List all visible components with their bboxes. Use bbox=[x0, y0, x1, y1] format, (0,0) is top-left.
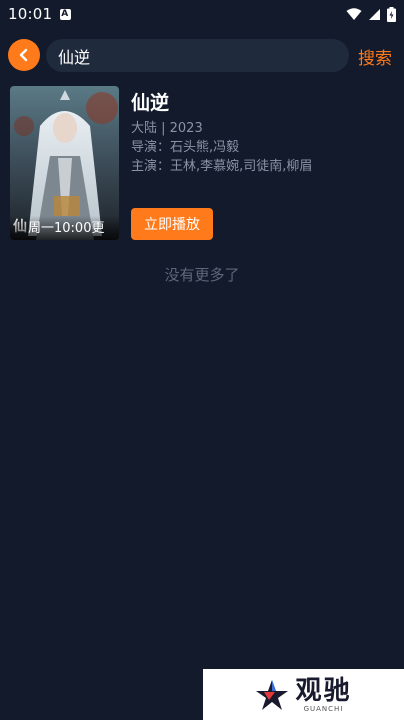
watermark-text: 观驰 GUANCHI bbox=[295, 677, 351, 713]
result-director: 导演：石头熊,冯毅 bbox=[131, 140, 240, 155]
search-query: 仙逆 bbox=[58, 47, 91, 67]
result-cast: 主演：王林,李慕婉,司徒南,柳眉 bbox=[131, 159, 313, 174]
status-left: 10:01 bbox=[8, 5, 72, 23]
battery-icon bbox=[387, 6, 396, 22]
play-now-button[interactable]: 立即播放 bbox=[131, 208, 213, 240]
result-info: 仙逆 大陆 | 2023 导演：石头熊,冯毅 主演：王林,李慕婉,司徒南,柳眉 bbox=[131, 86, 391, 174]
search-button[interactable]: 搜索 bbox=[358, 44, 392, 69]
poster-image[interactable]: 仙 周一10:00更 bbox=[10, 86, 119, 240]
chevron-left-icon bbox=[19, 48, 28, 62]
status-bar: 10:01 bbox=[0, 0, 404, 28]
signal-icon bbox=[369, 8, 380, 20]
watermark-sub: GUANCHI bbox=[303, 704, 344, 713]
back-button[interactable] bbox=[8, 39, 40, 71]
poster-update-caption: 周一10:00更 bbox=[10, 216, 119, 240]
watermark: 观驰 GUANCHI bbox=[203, 669, 404, 720]
star-logo-icon bbox=[256, 679, 289, 710]
status-time: 10:01 bbox=[8, 5, 53, 23]
search-input[interactable]: 仙逆 bbox=[46, 39, 349, 72]
wifi-icon bbox=[346, 7, 362, 20]
result-region-year: 大陆 | 2023 bbox=[131, 121, 203, 136]
result-card[interactable]: 仙 周一10:00更 仙逆 大陆 | 2023 导演：石头熊,冯毅 主演：王林,… bbox=[10, 86, 394, 242]
no-more-text: 没有更多了 bbox=[164, 266, 240, 284]
search-header: 仙逆 搜索 bbox=[0, 36, 404, 76]
notification-icon bbox=[60, 8, 72, 20]
status-right bbox=[346, 6, 396, 22]
watermark-main: 观驰 bbox=[295, 675, 352, 706]
result-title[interactable]: 仙逆 bbox=[131, 88, 391, 115]
